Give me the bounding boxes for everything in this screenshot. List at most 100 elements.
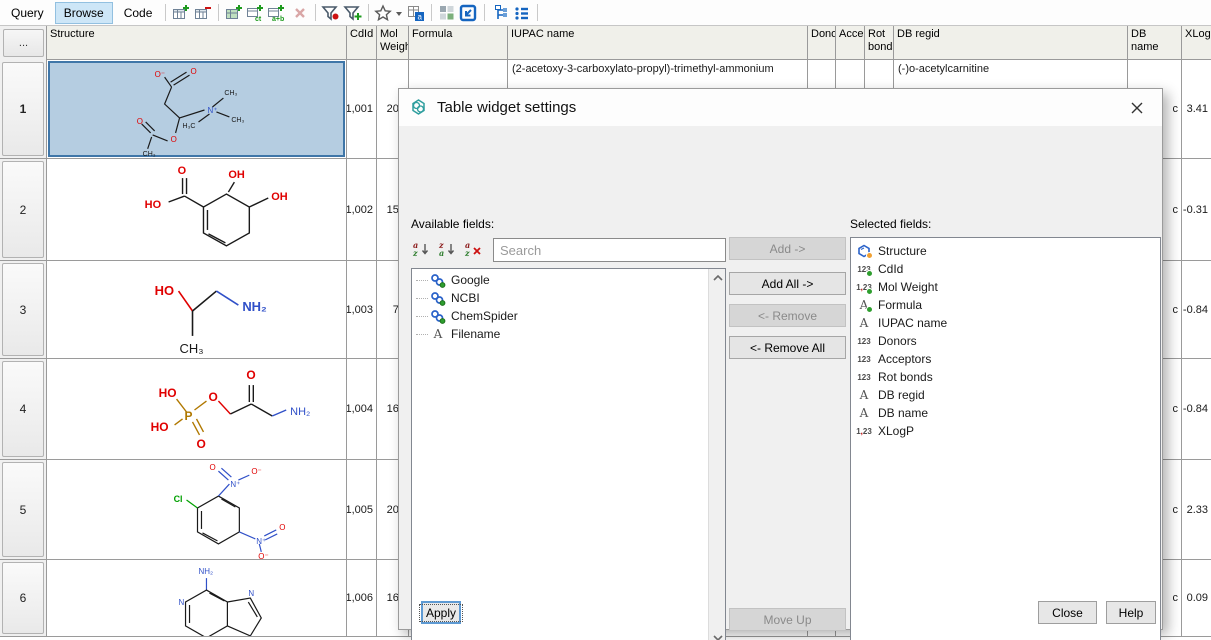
- add-row-icon[interactable]: [170, 2, 192, 24]
- xlogp-cell[interactable]: -0.84: [1182, 359, 1211, 459]
- header-mol-weight[interactable]: Mol Weight: [377, 26, 409, 60]
- apply-button[interactable]: Apply: [421, 601, 461, 624]
- list-item[interactable]: A Filename: [412, 325, 708, 343]
- header-cdid[interactable]: CdId: [347, 26, 377, 60]
- svg-text:z: z: [464, 248, 470, 258]
- sort-clear-icon[interactable]: az: [463, 239, 485, 259]
- structure-drawing-aminopropanol: HO NH₂ CH₃: [47, 261, 346, 358]
- cdid-cell[interactable]: 1,003: [347, 261, 377, 358]
- header-structure[interactable]: Structure: [47, 26, 347, 60]
- cdid-cell[interactable]: 1,005: [347, 460, 377, 559]
- list-item[interactable]: A IUPAC name: [851, 314, 1160, 332]
- add-button: Add ->: [729, 237, 846, 260]
- list-item[interactable]: 123 Rot bonds: [851, 368, 1160, 386]
- scroll-down-icon[interactable]: [709, 629, 726, 640]
- list-item[interactable]: Structure: [851, 242, 1160, 260]
- remove-row-icon[interactable]: [192, 2, 214, 24]
- list-item[interactable]: A DB name: [851, 404, 1160, 422]
- xlogp-cell[interactable]: -0.31: [1182, 159, 1211, 260]
- available-fields-list[interactable]: Google NCBI ChemSpider A Filename: [411, 268, 726, 640]
- vertical-scrollbar[interactable]: [708, 269, 725, 640]
- row-number[interactable]: 2: [2, 161, 44, 258]
- list-item[interactable]: NCBI: [412, 289, 708, 307]
- structure-drawing-chlorodinitrobenzene: Cl N⁺ O O⁻ N⁺ O O⁻: [47, 460, 346, 559]
- list-item[interactable]: 1,23 Mol Weight: [851, 278, 1160, 296]
- structure-cell[interactable]: HO NH₂ CH₃: [47, 261, 347, 358]
- xlogp-cell[interactable]: 3.41: [1182, 60, 1211, 158]
- xlogp-cell[interactable]: 2.33: [1182, 460, 1211, 559]
- list-item[interactable]: ChemSpider: [412, 307, 708, 325]
- structure-cell[interactable]: HO HO P O O O NH₂: [47, 359, 347, 459]
- close-button[interactable]: Close: [1038, 601, 1097, 624]
- delete-view-icon[interactable]: [289, 2, 311, 24]
- add-all-button[interactable]: Add All ->: [729, 272, 846, 295]
- row-number[interactable]: 3: [2, 263, 44, 356]
- url-link-icon: [430, 309, 446, 323]
- cdid-cell[interactable]: 1,002: [347, 159, 377, 260]
- structure-cell-selected[interactable]: O⁻ O O O N⁺ CH₃ CH₃ H₃C CH₃: [47, 60, 347, 158]
- selected-fields-list[interactable]: Structure 123 CdId 1,23 Mol Weight A For…: [850, 237, 1161, 640]
- xlogp-cell[interactable]: 0.09: [1182, 560, 1211, 636]
- new-grid-view-icon[interactable]: [223, 2, 245, 24]
- decimal-field-icon: 1,23: [856, 424, 872, 438]
- list-item[interactable]: 123 Donors: [851, 332, 1160, 350]
- structure-cell[interactable]: O HO OH OH: [47, 159, 347, 260]
- new-grid-ab-view-icon[interactable]: a+b: [267, 2, 289, 24]
- url-link-icon: [430, 291, 446, 305]
- svg-text:CH₃: CH₃: [143, 150, 156, 156]
- add-filter-icon[interactable]: [342, 2, 364, 24]
- toolbar: Query Browse Code ct a+b a: [0, 0, 1211, 26]
- header-xlogp[interactable]: XLogP: [1182, 26, 1211, 60]
- row-number[interactable]: 6: [2, 562, 44, 634]
- widgets-icon[interactable]: [436, 2, 458, 24]
- cdid-cell[interactable]: 1,006: [347, 560, 377, 636]
- scroll-up-icon[interactable]: [709, 269, 726, 286]
- select-all-button[interactable]: ...: [3, 29, 44, 57]
- list-view-icon[interactable]: [511, 2, 533, 24]
- tab-browse[interactable]: Browse: [55, 2, 113, 24]
- structure-cell[interactable]: Cl N⁺ O O⁻ N⁺ O O⁻: [47, 460, 347, 559]
- export-icon[interactable]: [458, 2, 480, 24]
- header-formula[interactable]: Formula: [409, 26, 508, 60]
- text-field-icon: A: [856, 298, 872, 312]
- row-number[interactable]: 1: [2, 62, 44, 156]
- search-input[interactable]: [493, 238, 726, 262]
- list-item[interactable]: 123 Acceptors: [851, 350, 1160, 368]
- help-button[interactable]: Help: [1106, 601, 1156, 624]
- cdid-cell[interactable]: 1,001: [347, 60, 377, 158]
- header-iupac-name[interactable]: IUPAC name: [508, 26, 808, 60]
- sort-za-icon[interactable]: za: [437, 239, 459, 259]
- favorites-dropdown-icon[interactable]: [373, 2, 405, 24]
- selected-fields-label: Selected fields:: [850, 217, 931, 231]
- list-item[interactable]: A Formula: [851, 296, 1160, 314]
- list-item[interactable]: 123 CdId: [851, 260, 1160, 278]
- header-db-name-border: [1128, 26, 1182, 60]
- dialog-titlebar[interactable]: Table widget settings: [399, 89, 1162, 126]
- sort-az-icon[interactable]: az: [411, 239, 433, 259]
- header-rot-bonds[interactable]: Rot bonds: [865, 26, 894, 60]
- row-number[interactable]: 4: [2, 361, 44, 457]
- sort-hierarchy-icon[interactable]: [489, 2, 511, 24]
- toolbar-separator: [484, 4, 485, 21]
- list-item[interactable]: 1,23 XLogP: [851, 422, 1160, 440]
- header-donors[interactable]: Donors: [808, 26, 836, 60]
- new-grid-ct-view-icon[interactable]: ct: [245, 2, 267, 24]
- structure-cell[interactable]: NH₂ N N N N: [47, 560, 347, 636]
- header-db-regid[interactable]: DB regid: [894, 26, 1128, 60]
- svg-text:HO: HO: [145, 199, 162, 211]
- tab-code[interactable]: Code: [115, 2, 162, 24]
- remove-all-button[interactable]: <- Remove All: [729, 336, 846, 359]
- filter-active-icon[interactable]: [320, 2, 342, 24]
- integer-field-icon: 123: [856, 370, 872, 384]
- xlogp-cell[interactable]: -0.84: [1182, 261, 1211, 358]
- header-acceptors[interactable]: Acceptors: [836, 26, 865, 60]
- row-number[interactable]: 5: [2, 462, 44, 557]
- svg-text:OH: OH: [228, 169, 245, 181]
- cdid-cell[interactable]: 1,004: [347, 359, 377, 459]
- rename-fields-icon[interactable]: a: [405, 2, 427, 24]
- close-icon[interactable]: [1124, 97, 1150, 119]
- list-item[interactable]: Google: [412, 271, 708, 289]
- tab-query[interactable]: Query: [2, 2, 53, 24]
- list-item[interactable]: A DB regid: [851, 386, 1160, 404]
- svg-text:O⁻: O⁻: [155, 70, 165, 79]
